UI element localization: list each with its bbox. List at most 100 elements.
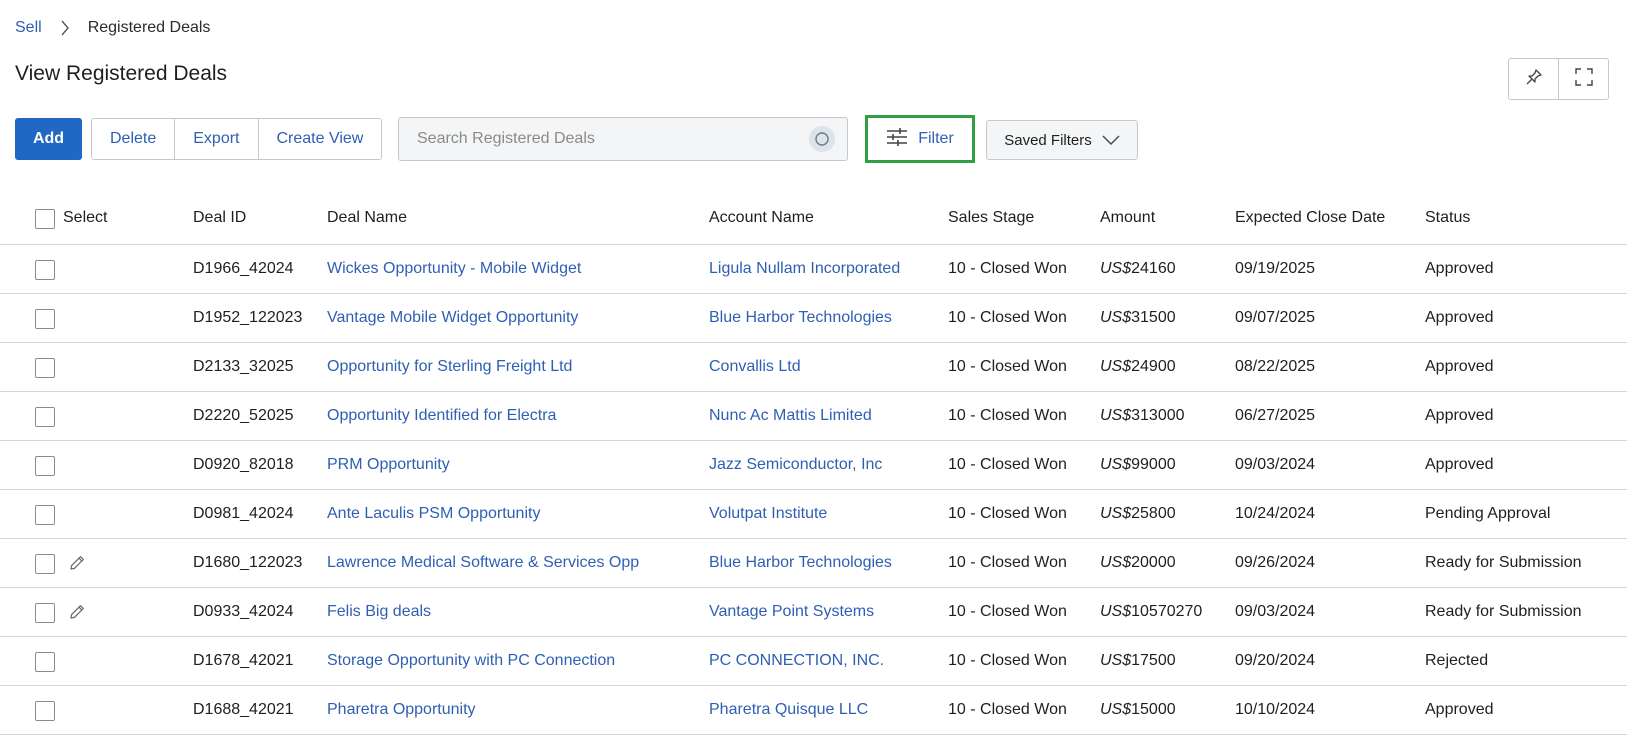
account-name-link[interactable]: PC CONNECTION, INC.	[709, 652, 884, 670]
sales-stage: 10 - Closed Won	[948, 260, 1067, 277]
status-text: Approved	[1425, 701, 1494, 718]
expected-close-date: 10/24/2024	[1235, 505, 1316, 522]
filter-button[interactable]: Filter	[865, 115, 975, 163]
add-button[interactable]: Add	[15, 118, 82, 160]
header-sales-stage[interactable]: Sales Stage	[948, 209, 1034, 227]
amount-value: 17500	[1131, 652, 1176, 669]
chevron-right-icon	[50, 18, 80, 38]
deal-name-link[interactable]: Opportunity Identified for Electra	[327, 407, 556, 425]
table-row: D2133_32025 Opportunity for Sterling Frei…	[0, 343, 1627, 392]
deal-id: D1680_122023	[193, 554, 303, 571]
expected-close-date: 08/22/2025	[1235, 358, 1316, 375]
amount: US$313000	[1100, 407, 1185, 425]
status-text: Approved	[1425, 407, 1494, 424]
account-name-link[interactable]: Volutpat Institute	[709, 505, 827, 523]
account-name-link[interactable]: Vantage Point Systems	[709, 603, 874, 621]
breadcrumb-link-sell[interactable]: Sell	[15, 19, 42, 37]
currency-prefix: US$	[1100, 652, 1132, 669]
deal-name-link[interactable]: Storage Opportunity with PC Connection	[327, 652, 615, 670]
deal-name-link[interactable]: Pharetra Opportunity	[327, 701, 476, 719]
header-account-name[interactable]: Account Name	[709, 209, 814, 227]
deal-id: D1952_122023	[193, 309, 303, 326]
currency-prefix: US$	[1100, 701, 1132, 718]
row-select-checkbox[interactable]	[35, 553, 55, 574]
delete-button[interactable]: Delete	[92, 119, 174, 159]
row-select-checkbox[interactable]	[35, 455, 55, 476]
table-row: D1688_42021 Pharetra Opportunity Pharetra …	[0, 686, 1627, 735]
account-name-link[interactable]: Pharetra Quisque LLC	[709, 701, 868, 719]
header-status[interactable]: Status	[1425, 209, 1470, 227]
account-name-link[interactable]: Jazz Semiconductor, Inc	[709, 456, 882, 474]
view-controls	[1508, 58, 1609, 100]
deal-name-link[interactable]: Felis Big deals	[327, 603, 431, 621]
row-select-checkbox[interactable]	[35, 406, 55, 427]
amount-value: 10570270	[1131, 603, 1203, 620]
amount: US$99000	[1100, 456, 1176, 474]
select-all-checkbox[interactable]	[35, 208, 55, 229]
deal-name-link[interactable]: Vantage Mobile Widget Opportunity	[327, 309, 578, 327]
table-row: D1678_42021 Storage Opportunity with PC C…	[0, 637, 1627, 686]
row-select-checkbox[interactable]	[35, 308, 55, 329]
breadcrumb: Sell Registered Deals	[15, 18, 210, 38]
deal-name-link[interactable]: PRM Opportunity	[327, 456, 450, 474]
deal-id: D1966_42024	[193, 260, 294, 277]
pencil-icon[interactable]	[66, 601, 88, 623]
header-deal-name[interactable]: Deal Name	[327, 209, 407, 227]
deal-name-link[interactable]: Wickes Opportunity - Mobile Widget	[327, 260, 581, 278]
status-text: Ready for Submission	[1425, 603, 1582, 620]
search-box	[398, 117, 848, 161]
amount-value: 20000	[1131, 554, 1176, 571]
saved-filters-dropdown[interactable]: Saved Filters	[986, 120, 1138, 160]
header-expected-close-date[interactable]: Expected Close Date	[1235, 209, 1385, 227]
row-select-checkbox[interactable]	[35, 357, 55, 378]
header-select: Select	[63, 209, 108, 226]
deal-id: D2133_32025	[193, 358, 294, 375]
table-row: D0920_82018 PRM Opportunity Jazz Semicondu…	[0, 441, 1627, 490]
row-select-checkbox[interactable]	[35, 651, 55, 672]
search-input[interactable]	[399, 118, 809, 160]
amount: US$15000	[1100, 701, 1176, 719]
create-view-button[interactable]: Create View	[257, 119, 382, 159]
account-name-link[interactable]: Blue Harbor Technologies	[709, 309, 892, 327]
account-name-link[interactable]: Ligula Nullam Incorporated	[709, 260, 900, 278]
table-row: D0933_42024 Felis Big deals Vantage Point …	[0, 588, 1627, 637]
export-button[interactable]: Export	[174, 119, 257, 159]
account-name-link[interactable]: Convallis Ltd	[709, 358, 801, 376]
deal-name-link[interactable]: Ante Laculis PSM Opportunity	[327, 505, 540, 523]
header-deal-id[interactable]: Deal ID	[193, 209, 246, 227]
table-header: Select Deal ID Deal Name Account Name Sa…	[0, 192, 1627, 245]
deal-name-link[interactable]: Lawrence Medical Software & Services Opp	[327, 554, 639, 572]
expected-close-date: 09/03/2024	[1235, 456, 1316, 473]
deal-id: D2220_52025	[193, 407, 294, 424]
fullscreen-button[interactable]	[1558, 59, 1608, 99]
amount: US$10570270	[1100, 603, 1202, 621]
amount-value: 25800	[1131, 505, 1176, 522]
amount: US$24160	[1100, 260, 1176, 278]
amount-value: 24900	[1131, 358, 1176, 375]
status-text: Pending Approval	[1425, 505, 1551, 522]
sales-stage: 10 - Closed Won	[948, 652, 1067, 669]
header-amount[interactable]: Amount	[1100, 209, 1155, 227]
table-row: D1952_122023 Vantage Mobile Widget Opport…	[0, 294, 1627, 343]
amount: US$20000	[1100, 554, 1176, 572]
deal-id: D0981_42024	[193, 505, 294, 522]
status-text: Rejected	[1425, 652, 1489, 669]
account-name-link[interactable]: Nunc Ac Mattis Limited	[709, 407, 872, 425]
currency-prefix: US$	[1100, 260, 1132, 277]
account-name-link[interactable]: Blue Harbor Technologies	[709, 554, 892, 572]
row-select-checkbox[interactable]	[35, 700, 55, 721]
row-select-checkbox[interactable]	[35, 602, 55, 623]
sales-stage: 10 - Closed Won	[948, 701, 1067, 718]
pin-button[interactable]	[1509, 59, 1558, 99]
pencil-icon[interactable]	[66, 552, 88, 574]
expected-close-date: 09/20/2024	[1235, 652, 1316, 669]
amount-value: 15000	[1131, 701, 1176, 718]
sales-stage: 10 - Closed Won	[948, 407, 1067, 424]
row-select-checkbox[interactable]	[35, 504, 55, 525]
deal-name-link[interactable]: Opportunity for Sterling Freight Ltd	[327, 358, 572, 376]
currency-prefix: US$	[1100, 358, 1132, 375]
search-icon[interactable]	[809, 126, 835, 152]
row-select-checkbox[interactable]	[35, 259, 55, 280]
expected-close-date: 09/03/2024	[1235, 603, 1316, 620]
amount: US$31500	[1100, 309, 1176, 327]
